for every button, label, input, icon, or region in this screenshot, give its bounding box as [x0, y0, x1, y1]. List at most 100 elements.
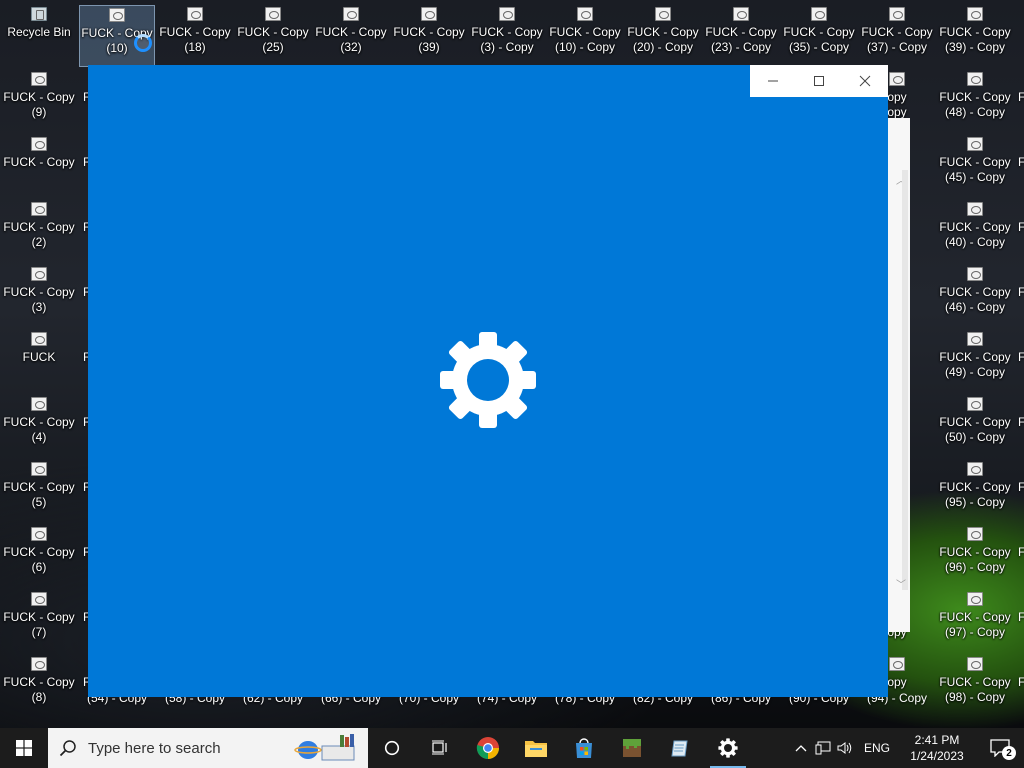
desktop-icon-label: FUCK - Copy (49) - Copy	[939, 350, 1011, 379]
desktop-icon-label: FUCK - Copy (50) - Copy	[939, 415, 1011, 444]
network-button[interactable]	[812, 741, 834, 755]
chevron-up-icon	[795, 745, 807, 752]
cortana-button[interactable]	[368, 728, 416, 768]
desktop-icon-label: FUCK - Copy (3) - Copy	[471, 25, 543, 54]
desktop-icon-file[interactable]: FUCK - Copy (97) - Copy	[937, 590, 1013, 652]
desktop-icon-file[interactable]: FUCK - Copy (49) - Copy	[937, 330, 1013, 392]
desktop-icon-label-partial[interactable]: F	[1018, 90, 1024, 104]
file-shortcut-icon	[31, 462, 47, 476]
maximize-button[interactable]	[796, 65, 842, 97]
file-shortcut-icon	[967, 462, 983, 476]
file-shortcut-icon	[889, 72, 905, 86]
desktop-icon-label-partial[interactable]: F	[1018, 350, 1024, 364]
taskbar-clock[interactable]: 2:41 PM 1/24/2023	[898, 732, 976, 764]
close-button[interactable]	[842, 65, 888, 97]
desktop-icon-label-partial[interactable]: F	[1018, 285, 1024, 299]
desktop-icon-file[interactable]: FUCK - Copy (10) - Copy	[547, 5, 623, 67]
desktop-icon-file[interactable]: FUCK - Copy (23) - Copy	[703, 5, 779, 67]
file-shortcut-icon	[31, 527, 47, 541]
input-language-button[interactable]: ENG	[856, 741, 898, 755]
taskbar-search-box[interactable]: Type here to search	[48, 728, 368, 768]
desktop-icon-file[interactable]: FUCK - Copy (3)	[1, 265, 77, 327]
settings-splash-window	[88, 65, 888, 697]
desktop-icon-file[interactable]: FUCK - Copy (45) - Copy	[937, 135, 1013, 197]
desktop-icon-file[interactable]: FUCK - Copy (4)	[1, 395, 77, 457]
file-shortcut-icon	[967, 332, 983, 346]
desktop-icon-file[interactable]: FUCK - Copy (18)	[157, 5, 233, 67]
desktop-icon-file[interactable]: FUCK - Copy (95) - Copy	[937, 460, 1013, 522]
file-shortcut-icon	[967, 527, 983, 541]
taskbar-chrome[interactable]	[464, 728, 512, 768]
clock-time: 2:41 PM	[914, 733, 960, 747]
desktop-icon-label-partial[interactable]: F	[1018, 610, 1024, 624]
show-hidden-icons-button[interactable]	[790, 744, 812, 752]
desktop-icon-file[interactable]: FUCK - Copy (39) - Copy	[937, 5, 1013, 67]
desktop-icon-label: FUCK - Copy (32)	[315, 25, 387, 54]
taskbar-settings[interactable]	[704, 728, 752, 768]
file-explorer-icon	[525, 741, 547, 757]
desktop-icon-file[interactable]: FUCK - Copy (39)	[391, 5, 467, 67]
taskbar-file-explorer[interactable]	[512, 728, 560, 768]
taskbar-minecraft[interactable]	[608, 728, 656, 768]
desktop-icon-label-partial[interactable]: F	[1018, 480, 1024, 494]
desktop-icon-file[interactable]: FUCK - Copy (48) - Copy	[937, 70, 1013, 132]
desktop-icon-file[interactable]: FUCK - Copy (35) - Copy	[781, 5, 857, 67]
minimize-button[interactable]	[750, 65, 796, 97]
desktop-icon-label: FUCK - Copy (8)	[3, 675, 75, 704]
file-shortcut-icon	[343, 7, 359, 21]
file-shortcut-icon	[967, 397, 983, 411]
desktop-icon-file[interactable]: FUCK - Copy	[1, 135, 77, 197]
taskbar-notepad[interactable]	[656, 728, 704, 768]
desktop-icon-file[interactable]: FUCK - Copy (3) - Copy	[469, 5, 545, 67]
desktop-icon-file[interactable]: FUCK - Copy (7)	[1, 590, 77, 652]
desktop-icon-file[interactable]: FUCK - Copy (98) - Copy	[937, 655, 1013, 717]
desktop-icon-file[interactable]: FUCK - Copy (2)	[1, 200, 77, 262]
close-icon	[859, 75, 871, 87]
desktop-icon-recycle-bin[interactable]: Recycle Bin	[1, 5, 77, 67]
desktop-icon-file[interactable]: FUCK - Copy (10)	[79, 5, 155, 67]
notepad-icon	[671, 740, 688, 757]
desktop-icon-file[interactable]: FUCK - Copy (32)	[313, 5, 389, 67]
file-shortcut-icon	[889, 657, 905, 671]
desktop-icon-file[interactable]: FUCK - Copy (50) - Copy	[937, 395, 1013, 457]
desktop-icon-file[interactable]: FUCK - Copy (8)	[1, 655, 77, 717]
volume-button[interactable]	[834, 741, 856, 755]
task-view-button[interactable]	[416, 728, 464, 768]
desktop-icon-label: FUCK - Copy (9)	[3, 90, 75, 119]
desktop-icon-file[interactable]: FUCK - Copy (25)	[235, 5, 311, 67]
desktop-icon-file[interactable]: FUCK - Copy (6)	[1, 525, 77, 587]
desktop-icon-file[interactable]: FUCK	[1, 330, 77, 392]
desktop-icon-file[interactable]: FUCK - Copy (37) - Copy	[859, 5, 935, 67]
scroll-down-icon[interactable]: ﹀	[896, 576, 906, 591]
file-shortcut-icon	[967, 7, 983, 21]
desktop-icon-label-partial[interactable]: F	[1018, 155, 1024, 169]
file-shortcut-icon	[499, 7, 515, 21]
desktop-icon-label: FUCK - Copy (95) - Copy	[939, 480, 1011, 509]
file-shortcut-icon	[31, 592, 47, 606]
desktop-icon-file[interactable]: FUCK - Copy (20) - Copy	[625, 5, 701, 67]
action-center-button[interactable]: 2	[976, 728, 1024, 768]
desktop-icon-file[interactable]: FUCK - Copy (5)	[1, 460, 77, 522]
file-shortcut-icon	[31, 332, 47, 346]
desktop-icon-label-partial[interactable]: F	[1018, 675, 1024, 689]
taskbar-store[interactable]	[560, 728, 608, 768]
desktop-icon-file[interactable]: FUCK - Copy (46) - Copy	[937, 265, 1013, 327]
desktop-icon-label: FUCK - Copy (20) - Copy	[627, 25, 699, 54]
desktop-icon-label-partial[interactable]: F	[1018, 220, 1024, 234]
scrollbar[interactable]	[902, 170, 908, 590]
desktop-icon-label-partial[interactable]: F	[1018, 545, 1024, 559]
start-button[interactable]	[0, 728, 48, 768]
desktop-icon-file[interactable]: FUCK - Copy (96) - Copy	[937, 525, 1013, 587]
cortana-icon	[384, 740, 400, 756]
desktop-icon-label: FUCK - Copy (45) - Copy	[939, 155, 1011, 184]
file-shortcut-icon	[187, 7, 203, 21]
system-tray: ENG 2:41 PM 1/24/2023 2	[790, 728, 1024, 768]
desktop-icon-file[interactable]: FUCK - Copy (40) - Copy	[937, 200, 1013, 262]
file-shortcut-icon	[31, 657, 47, 671]
gear-icon	[440, 332, 536, 428]
file-shortcut-icon	[31, 397, 47, 411]
desktop-icon-label-partial[interactable]: F	[1018, 415, 1024, 429]
desktop-icon-file[interactable]: FUCK - Copy (9)	[1, 70, 77, 132]
file-shortcut-icon	[889, 7, 905, 21]
desktop-icon-label: FUCK - Copy (97) - Copy	[939, 610, 1011, 639]
